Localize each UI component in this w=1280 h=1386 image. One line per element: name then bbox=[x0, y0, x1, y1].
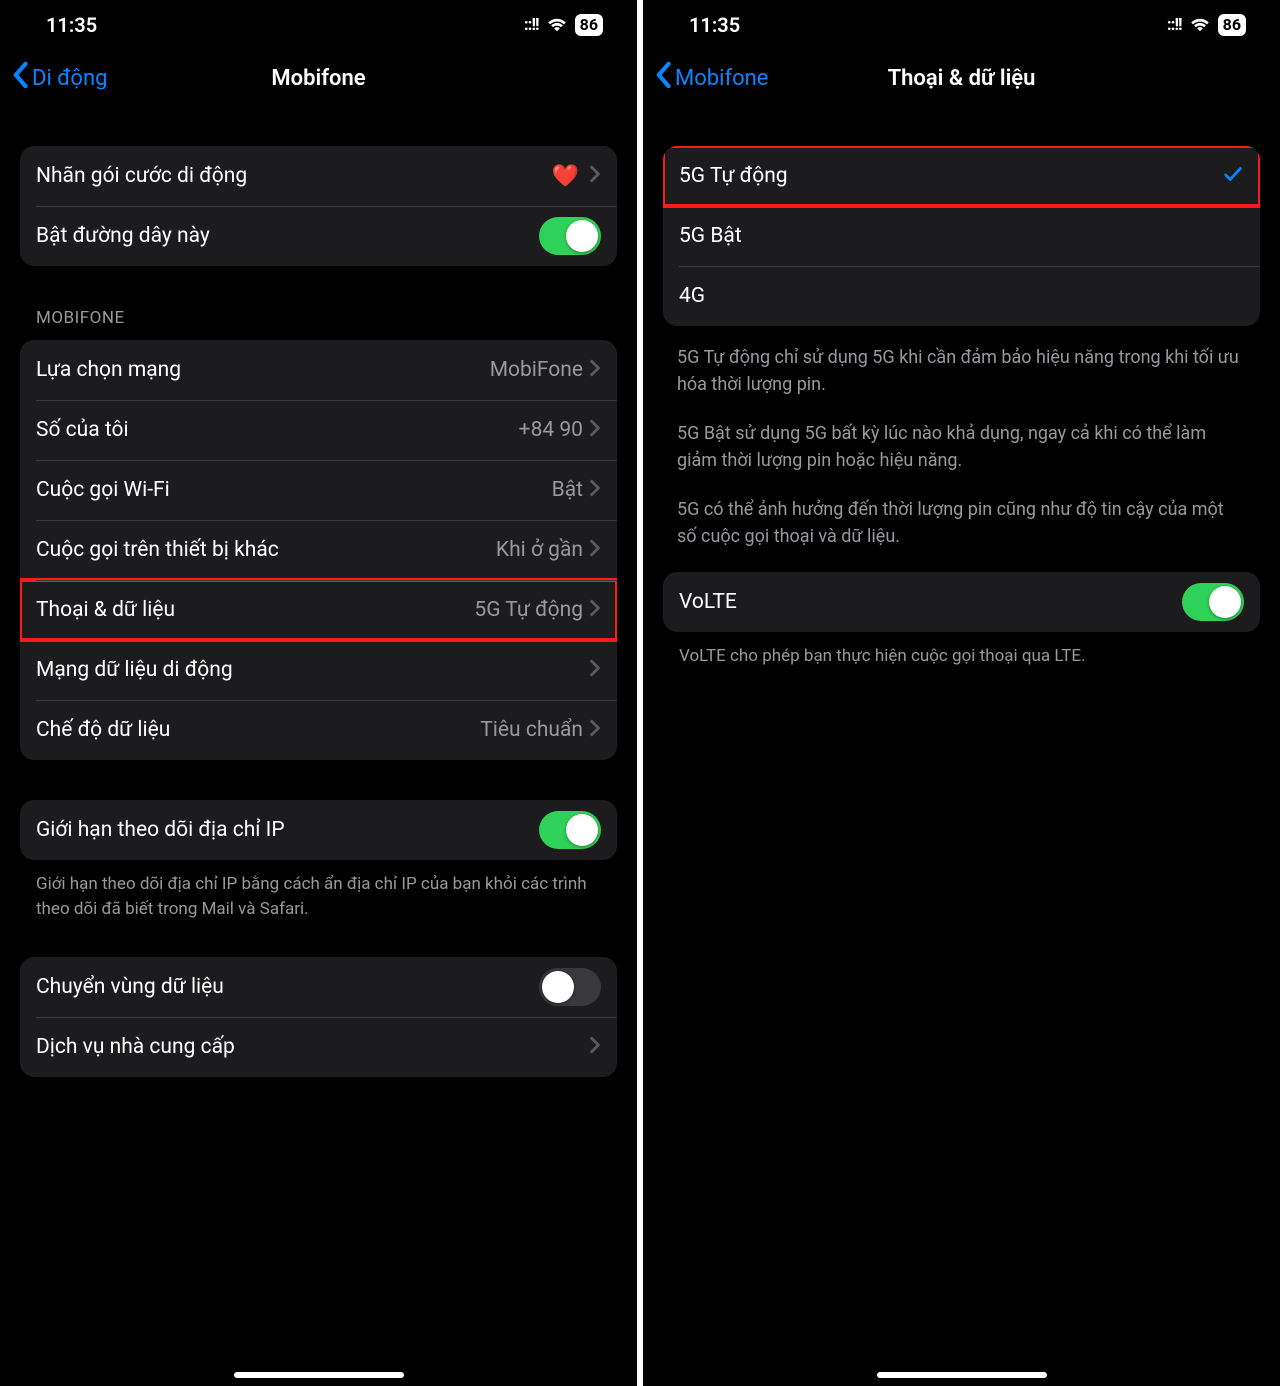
row-label: Cuộc gọi Wi-Fi bbox=[36, 478, 552, 502]
back-label: Di động bbox=[32, 66, 107, 91]
chevron-right-icon bbox=[589, 479, 601, 501]
row-value: 5G Tự động bbox=[474, 598, 583, 622]
status-right: ::!! 86 bbox=[524, 13, 603, 37]
row-my-number[interactable]: Số của tôi +84 90 bbox=[20, 400, 617, 460]
desc-5g-on: 5G Bật sử dụng 5G bất kỳ lúc nào khả dụn… bbox=[677, 420, 1246, 474]
status-right: ::!! 86 bbox=[1167, 13, 1246, 37]
home-indicator[interactable] bbox=[234, 1372, 404, 1378]
chevron-right-icon bbox=[589, 659, 601, 681]
group-volte: VoLTE bbox=[663, 572, 1260, 632]
chevron-right-icon bbox=[589, 719, 601, 741]
chevron-left-icon bbox=[10, 61, 30, 95]
desc-5g-impact: 5G có thể ảnh hưởng đến thời lượng pin c… bbox=[677, 496, 1246, 550]
volte-toggle[interactable] bbox=[1182, 583, 1244, 621]
group-5g-options: 5G Tự động 5G Bật 4G bbox=[663, 146, 1260, 326]
row-label: Bật đường dây này bbox=[36, 224, 539, 248]
chevron-right-icon bbox=[589, 539, 601, 561]
limit-ip-toggle[interactable] bbox=[539, 811, 601, 849]
row-label: Dịch vụ nhà cung cấp bbox=[36, 1035, 589, 1059]
row-label: 4G bbox=[679, 284, 1244, 308]
section-header-mobifone: MOBIFONE bbox=[20, 308, 617, 328]
status-bar: 11:35 ::!! 86 bbox=[643, 0, 1280, 50]
checkmark-icon bbox=[1222, 163, 1244, 189]
row-value: +84 90 bbox=[519, 418, 583, 442]
status-time: 11:35 bbox=[46, 13, 97, 37]
ip-limit-note: Giới hạn theo dõi địa chỉ IP bằng cách ẩ… bbox=[20, 860, 617, 921]
status-time: 11:35 bbox=[689, 13, 740, 37]
content-left: Nhãn gói cước di động ❤️ Bật đường dây n… bbox=[0, 106, 637, 1386]
group-plan: Nhãn gói cước di động ❤️ Bật đường dây n… bbox=[20, 146, 617, 266]
row-network-selection[interactable]: Lựa chọn mạng MobiFone bbox=[20, 340, 617, 400]
row-label: Giới hạn theo dõi địa chỉ IP bbox=[36, 818, 539, 842]
phone-right: 11:35 ::!! 86 Mobifone Thoại & dữ liệu 5… bbox=[640, 0, 1280, 1386]
row-cellular-data-network[interactable]: Mạng dữ liệu di động bbox=[20, 640, 617, 700]
cellular-signal-icon: ::!! bbox=[1167, 15, 1182, 35]
option-5g-on[interactable]: 5G Bật bbox=[663, 206, 1260, 266]
cellular-signal-icon: ::!! bbox=[524, 15, 539, 35]
row-label: Nhãn gói cước di động bbox=[36, 164, 552, 188]
heart-icon: ❤️ bbox=[552, 164, 579, 189]
row-data-roaming: Chuyển vùng dữ liệu bbox=[20, 957, 617, 1017]
group-roaming: Chuyển vùng dữ liệu Dịch vụ nhà cung cấp bbox=[20, 957, 617, 1077]
row-data-mode[interactable]: Chế độ dữ liệu Tiêu chuẩn bbox=[20, 700, 617, 760]
row-label: Số của tôi bbox=[36, 418, 519, 442]
nav-header: Di động Mobifone bbox=[0, 50, 637, 106]
back-button[interactable]: Mobifone bbox=[653, 61, 768, 95]
chevron-right-icon bbox=[589, 419, 601, 441]
status-bar: 11:35 ::!! 86 bbox=[0, 0, 637, 50]
row-voice-and-data[interactable]: Thoại & dữ liệu 5G Tự động bbox=[20, 580, 617, 640]
row-value: Bật bbox=[552, 478, 583, 502]
desc-5g-auto: 5G Tự động chỉ sử dụng 5G khi cần đảm bả… bbox=[677, 344, 1246, 398]
row-value: MobiFone bbox=[490, 358, 583, 382]
row-label: Mạng dữ liệu di động bbox=[36, 658, 589, 682]
row-label: Lựa chọn mạng bbox=[36, 358, 490, 382]
option-4g[interactable]: 4G bbox=[663, 266, 1260, 326]
battery-icon: 86 bbox=[1218, 14, 1246, 36]
home-indicator[interactable] bbox=[877, 1372, 1047, 1378]
line-enabled-toggle[interactable] bbox=[539, 217, 601, 255]
phone-left: 11:35 ::!! 86 Di động Mobifone Nhãn gói … bbox=[0, 0, 640, 1386]
option-5g-auto[interactable]: 5G Tự động bbox=[663, 146, 1260, 206]
group-ip-limit: Giới hạn theo dõi địa chỉ IP bbox=[20, 800, 617, 860]
row-label: Cuộc gọi trên thiết bị khác bbox=[36, 538, 496, 562]
row-label: VoLTE bbox=[679, 590, 1182, 614]
row-calls-other-devices[interactable]: Cuộc gọi trên thiết bị khác Khi ở gần bbox=[20, 520, 617, 580]
wifi-icon bbox=[1189, 13, 1211, 37]
row-label: 5G Bật bbox=[679, 224, 1244, 248]
chevron-right-icon bbox=[589, 165, 601, 187]
row-label: Chuyển vùng dữ liệu bbox=[36, 975, 539, 999]
row-wifi-calling[interactable]: Cuộc gọi Wi-Fi Bật bbox=[20, 460, 617, 520]
chevron-right-icon bbox=[589, 599, 601, 621]
row-label: 5G Tự động bbox=[679, 164, 1222, 188]
row-label: Chế độ dữ liệu bbox=[36, 718, 480, 742]
battery-icon: 86 bbox=[575, 14, 603, 36]
volte-note: VoLTE cho phép bạn thực hiện cuộc gọi th… bbox=[663, 632, 1260, 669]
options-description: 5G Tự động chỉ sử dụng 5G khi cần đảm bả… bbox=[663, 326, 1260, 550]
row-value: Khi ở gần bbox=[496, 538, 583, 562]
row-line-toggle: Bật đường dây này bbox=[20, 206, 617, 266]
nav-header: Mobifone Thoại & dữ liệu bbox=[643, 50, 1280, 106]
back-label: Mobifone bbox=[675, 66, 768, 91]
chevron-right-icon bbox=[589, 1036, 601, 1058]
chevron-left-icon bbox=[653, 61, 673, 95]
row-label: Thoại & dữ liệu bbox=[36, 598, 474, 622]
content-right: 5G Tự động 5G Bật 4G 5G Tự động chỉ sử d… bbox=[643, 106, 1280, 1386]
wifi-icon bbox=[546, 13, 568, 37]
back-button[interactable]: Di động bbox=[10, 61, 107, 95]
roaming-toggle[interactable] bbox=[539, 968, 601, 1006]
row-carrier-services[interactable]: Dịch vụ nhà cung cấp bbox=[20, 1017, 617, 1077]
group-mobifone: Lựa chọn mạng MobiFone Số của tôi +84 90… bbox=[20, 340, 617, 760]
row-plan-label[interactable]: Nhãn gói cước di động ❤️ bbox=[20, 146, 617, 206]
row-limit-ip-tracking: Giới hạn theo dõi địa chỉ IP bbox=[20, 800, 617, 860]
row-value: Tiêu chuẩn bbox=[480, 718, 583, 742]
row-volte: VoLTE bbox=[663, 572, 1260, 632]
chevron-right-icon bbox=[589, 359, 601, 381]
